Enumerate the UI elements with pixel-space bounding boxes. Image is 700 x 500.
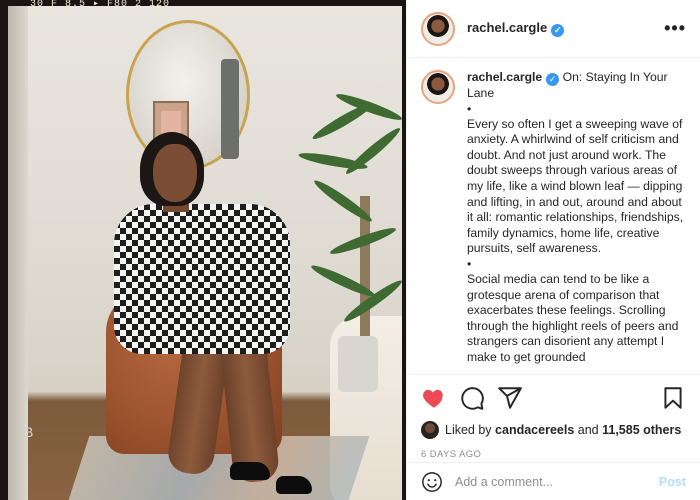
caption-username[interactable]: rachel.cargle xyxy=(467,70,542,84)
caption-paragraph: Social media can tend to be like a grote… xyxy=(467,271,679,364)
username-text[interactable]: rachel.cargle xyxy=(467,20,547,35)
likes-summary: Liked by candacereels and 11,585 others xyxy=(421,421,686,439)
plant-pot xyxy=(338,336,378,392)
photo-corner-mark: B xyxy=(24,424,34,440)
comment-icon[interactable] xyxy=(459,385,485,411)
mirror-reflection-curtain xyxy=(221,59,239,159)
comment-input[interactable] xyxy=(455,474,635,489)
black-heel xyxy=(276,476,312,494)
bullet-separator: • xyxy=(467,101,472,116)
caption-scroll-area[interactable]: rachel.cargle ✓ On: Staying In Your Lane … xyxy=(407,58,700,374)
share-icon[interactable] xyxy=(497,385,523,411)
likes-count[interactable]: 11,585 others xyxy=(602,423,681,437)
checkered-dress xyxy=(114,204,290,354)
post-side-panel: rachel.cargle ✓ ••• rachel.cargle ✓ On: St… xyxy=(406,0,700,500)
avatar[interactable] xyxy=(421,11,455,46)
liker-avatar[interactable] xyxy=(421,421,439,439)
post-comment-button[interactable]: Post xyxy=(659,475,686,489)
bullet-separator: • xyxy=(467,256,472,271)
action-icon-row xyxy=(421,385,686,411)
black-heel xyxy=(230,462,270,480)
post-timestamp[interactable]: 6 DAYS AGO xyxy=(421,449,686,460)
post-header: rachel.cargle ✓ ••• xyxy=(407,0,700,58)
emoji-icon[interactable] xyxy=(421,471,443,493)
verified-badge-icon: ✓ xyxy=(546,73,560,86)
plant-leaf xyxy=(342,124,402,178)
comment-bar: Post xyxy=(407,462,700,500)
photo-scene: B xyxy=(8,6,402,500)
bookmark-icon[interactable] xyxy=(660,385,686,411)
header-username[interactable]: rachel.cargle ✓ xyxy=(467,20,565,37)
more-options-icon[interactable]: ••• xyxy=(664,18,686,39)
verified-badge-icon: ✓ xyxy=(551,24,565,37)
post-photo[interactable]: B 30 F 8.5 ▸ F80 2 120 xyxy=(0,0,406,500)
caption-paragraph: Every so often I get a sweeping wave of … xyxy=(467,116,684,256)
post-actions: Liked by candacereels and 11,585 others … xyxy=(407,374,700,460)
liker-username[interactable]: candacereels xyxy=(495,423,574,437)
heart-filled-icon[interactable] xyxy=(421,385,447,411)
caption-avatar[interactable] xyxy=(421,70,455,104)
film-edge-text: 30 F 8.5 ▸ F80 2 120 xyxy=(30,0,171,10)
caption-text: rachel.cargle ✓ On: Staying In Your Lane … xyxy=(467,70,686,374)
likes-joiner: and xyxy=(577,423,599,437)
person-face xyxy=(153,144,197,202)
likes-prefix: Liked by xyxy=(445,423,492,437)
